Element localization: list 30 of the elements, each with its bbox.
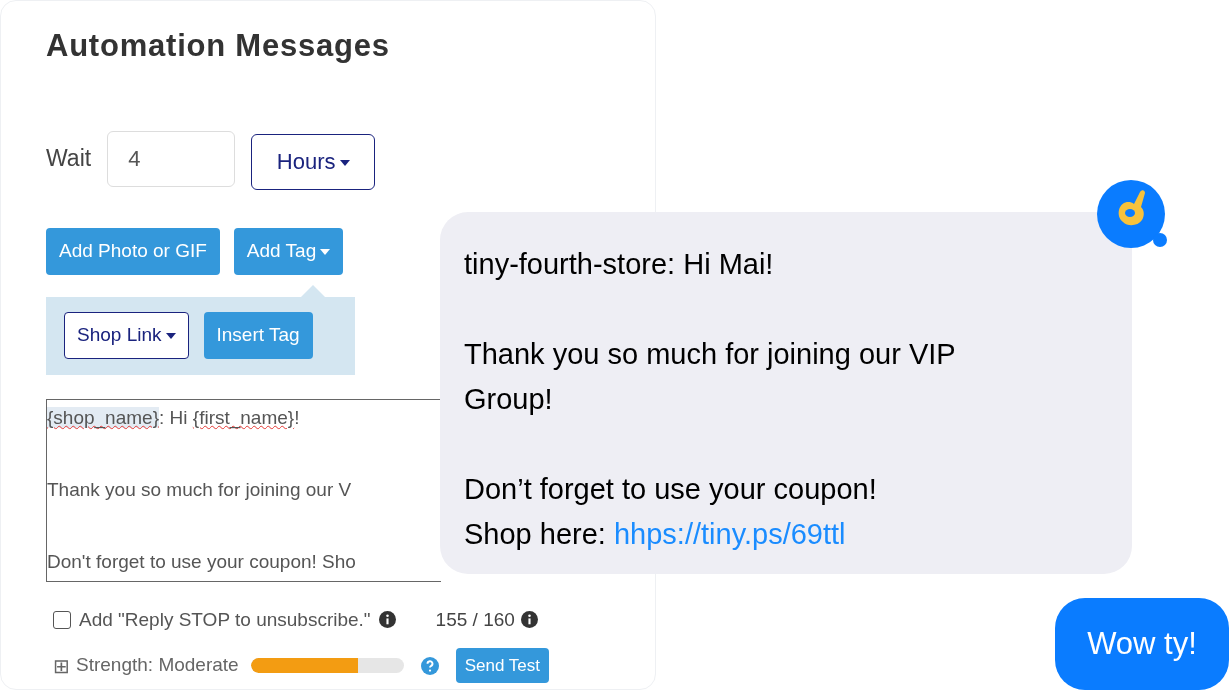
- wait-input[interactable]: 4: [107, 130, 236, 187]
- message-text: tiny-fourth-store: Hi Mai!: [464, 247, 775, 282]
- shop-link-dropdown[interactable]: Shop Link: [64, 312, 189, 359]
- insert-tag-button[interactable]: Insert Tag: [203, 312, 313, 359]
- panel-title: Automation Messages: [46, 27, 391, 65]
- wait-label: Wait: [46, 144, 92, 174]
- message-line: Don't forget to use your coupon! Sho: [47, 550, 356, 572]
- shop-link[interactable]: hhps://tiny.ps/69ttl: [613, 518, 846, 550]
- strength-label: Strength: Moderate: [76, 653, 239, 678]
- info-icon[interactable]: [378, 611, 396, 629]
- message-text: Shop here: hhps://tiny.ps/69ttl: [464, 517, 847, 552]
- add-tag-dropdown[interactable]: Add Tag: [233, 227, 344, 275]
- message-textarea[interactable]: {shop_name}: Hi {first_name}! Thank you so much for joining our V Don't forget to use your coupon! Sho: [46, 398, 441, 582]
- message-line: Thank you so much for joining our V: [47, 478, 352, 500]
- unit-dropdown[interactable]: Hours: [251, 133, 376, 190]
- caret-icon: [339, 160, 350, 167]
- caret-icon: [320, 248, 331, 255]
- send-test-button[interactable]: Send Test: [455, 648, 549, 683]
- caret-icon: [165, 333, 176, 340]
- expand-icon[interactable]: ⊞: [53, 655, 70, 676]
- help-icon[interactable]: [420, 656, 439, 675]
- character-counter: 155 / 160: [435, 607, 515, 632]
- stop-label: Add "Reply STOP to unsubscribe.": [79, 607, 371, 632]
- message-line: {shop_name}: Hi {first_name}!: [47, 406, 300, 428]
- add-photo-button[interactable]: Add Photo or GIF: [46, 227, 220, 275]
- info-icon[interactable]: [520, 611, 538, 629]
- stop-checkbox[interactable]: [53, 610, 71, 629]
- message-text: Thank you so much for joining our VIP Group!: [464, 337, 957, 417]
- message-text: Don’t forget to use your coupon!: [464, 472, 878, 507]
- reply-text: Wow ty!: [1087, 624, 1197, 663]
